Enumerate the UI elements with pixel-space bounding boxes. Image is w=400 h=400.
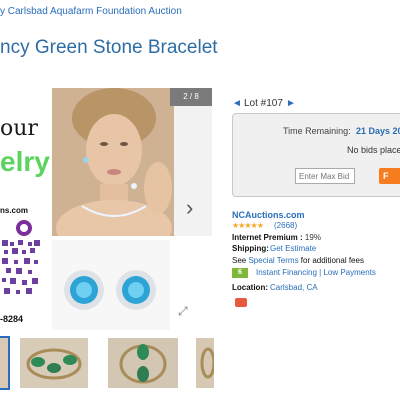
breadcrumb[interactable]: y Carlsbad Aquafarm Foundation Auction (0, 6, 182, 17)
no-bids-text: No bids place (347, 145, 400, 155)
max-bid-input[interactable] (295, 168, 355, 184)
promo-line1: our (0, 116, 38, 141)
thumbnail[interactable] (0, 336, 10, 390)
location-link[interactable]: Carlsbad, CA (270, 283, 318, 292)
location-label: Location: (232, 283, 268, 292)
page-title: ncy Green Stone Bracelet (0, 37, 218, 58)
shipping-label: Shipping: (232, 244, 269, 253)
rating-stars-icon: ★★★★★ (232, 221, 264, 230)
expand-icon[interactable]: ⤢ (178, 304, 188, 319)
thumbnail[interactable] (196, 338, 216, 388)
terms-suffix: for additional fees (300, 256, 364, 265)
thumbnail[interactable] (20, 338, 88, 388)
next-image-icon[interactable]: › (186, 195, 193, 221)
bid-panel: Time Remaining: 21 Days 20 No bids place… (232, 113, 400, 197)
financing-link[interactable]: Instant Financing | Low Payments (256, 268, 376, 277)
bracelet-thumb-image (196, 338, 216, 388)
promo-url: ns.com (0, 206, 29, 215)
next-lot-icon[interactable]: ► (286, 98, 296, 109)
promo-phone: -8284 (0, 314, 24, 324)
get-estimate-link[interactable]: Get Estimate (270, 244, 316, 253)
badge-icon (235, 298, 247, 307)
internet-premium: Internet Premium : 19% (232, 233, 321, 242)
lot-number: Lot #107 (244, 98, 283, 109)
thumbnail[interactable] (108, 338, 178, 388)
financing-icon: 6 (232, 268, 248, 278)
special-terms: See Special Terms for additional fees (232, 256, 364, 265)
seller-name-link[interactable]: NCAuctions.com (232, 210, 305, 220)
terms-prefix: See (232, 256, 247, 265)
premium-value: 19% (304, 233, 321, 242)
time-remaining-value: 21 Days 20 (356, 126, 400, 136)
earrings-image[interactable] (52, 240, 170, 330)
image-counter: 2 / 8 (170, 88, 212, 106)
time-remaining-label: Time Remaining: (283, 126, 351, 136)
promo-banner[interactable]: our elry ns.com -8284 (0, 88, 50, 328)
qr-code-image (2, 220, 40, 294)
promo-line2: elry (0, 146, 50, 177)
premium-label: Internet Premium : (232, 233, 303, 242)
place-bid-button[interactable]: F (379, 168, 400, 184)
review-count-link[interactable]: (2668) (274, 221, 297, 230)
earrings-photo (52, 240, 170, 330)
bracelet-thumb-image (108, 338, 178, 388)
special-terms-link[interactable]: Special Terms (248, 256, 298, 265)
previous-lot-icon[interactable]: ◄ (232, 98, 242, 109)
bid-button-label: F (383, 171, 389, 181)
bracelet-thumb-image (20, 338, 88, 388)
